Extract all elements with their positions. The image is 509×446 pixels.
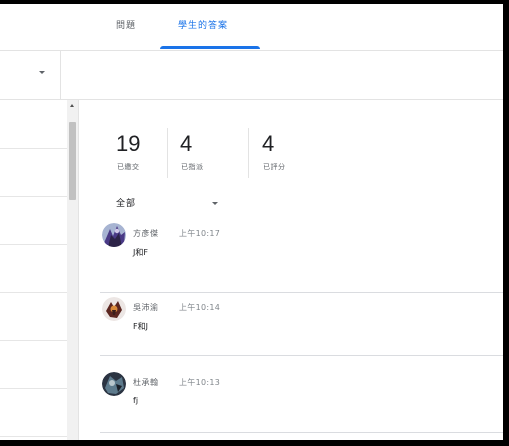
submit-time: 上午10:13 [179, 378, 221, 387]
student-name[interactable]: 方彥傑 [133, 228, 159, 239]
submitted-count: 19 [116, 131, 141, 156]
scroll-up-arrow-icon[interactable] [70, 104, 74, 107]
scroll-thumb[interactable] [69, 122, 76, 200]
submit-time: 上午10:17 [179, 229, 221, 238]
panel-divider [78, 100, 79, 440]
graded-label: 已評分 [263, 163, 286, 171]
caret-down-icon [212, 202, 218, 205]
assigned-label: 已指派 [181, 163, 204, 171]
tab-bar: 問題 學生的答案 [0, 4, 503, 51]
list-item[interactable] [0, 340, 67, 389]
answer-item: 吳沛渝 上午10:14 F和J [100, 279, 503, 356]
sort-dropdown[interactable] [0, 51, 61, 99]
avatar[interactable] [102, 297, 126, 321]
avatar[interactable] [102, 372, 126, 396]
stat-divider [248, 128, 249, 178]
avatar[interactable] [102, 223, 126, 247]
list-item[interactable] [0, 196, 67, 245]
filter-label: 全部 [116, 199, 137, 209]
list-item[interactable] [0, 148, 67, 197]
active-tab-indicator [160, 46, 260, 49]
list-item[interactable] [0, 292, 67, 341]
toolbar [0, 51, 503, 100]
answer-text: fj [133, 396, 139, 405]
caret-down-icon [39, 71, 45, 74]
student-name[interactable]: 杜承翰 [133, 377, 159, 388]
classroom-window: 問題 學生的答案 19 已繳交 4 已指派 4 已評分 全部 方彥傑 上午10:… [0, 4, 503, 440]
graded-count: 4 [262, 131, 275, 156]
scrollbar[interactable] [67, 100, 78, 440]
list-item[interactable] [0, 244, 67, 293]
tab-questions[interactable]: 問題 [116, 18, 136, 31]
submitted-label: 已繳交 [117, 163, 140, 171]
answer-text: J和F [133, 248, 148, 257]
stat-divider [167, 128, 168, 178]
assigned-count: 4 [180, 131, 193, 156]
filter-dropdown[interactable]: 全部 [116, 194, 236, 214]
submit-time: 上午10:14 [179, 303, 221, 312]
student-list [0, 100, 67, 440]
list-item[interactable] [0, 388, 67, 437]
student-name[interactable]: 吳沛渝 [133, 302, 159, 313]
tab-student-answers[interactable]: 學生的答案 [178, 18, 228, 31]
answer-item: 杜承翰 上午10:13 fj [100, 356, 503, 433]
list-item[interactable] [0, 100, 67, 149]
answer-text: F和J [133, 322, 148, 331]
